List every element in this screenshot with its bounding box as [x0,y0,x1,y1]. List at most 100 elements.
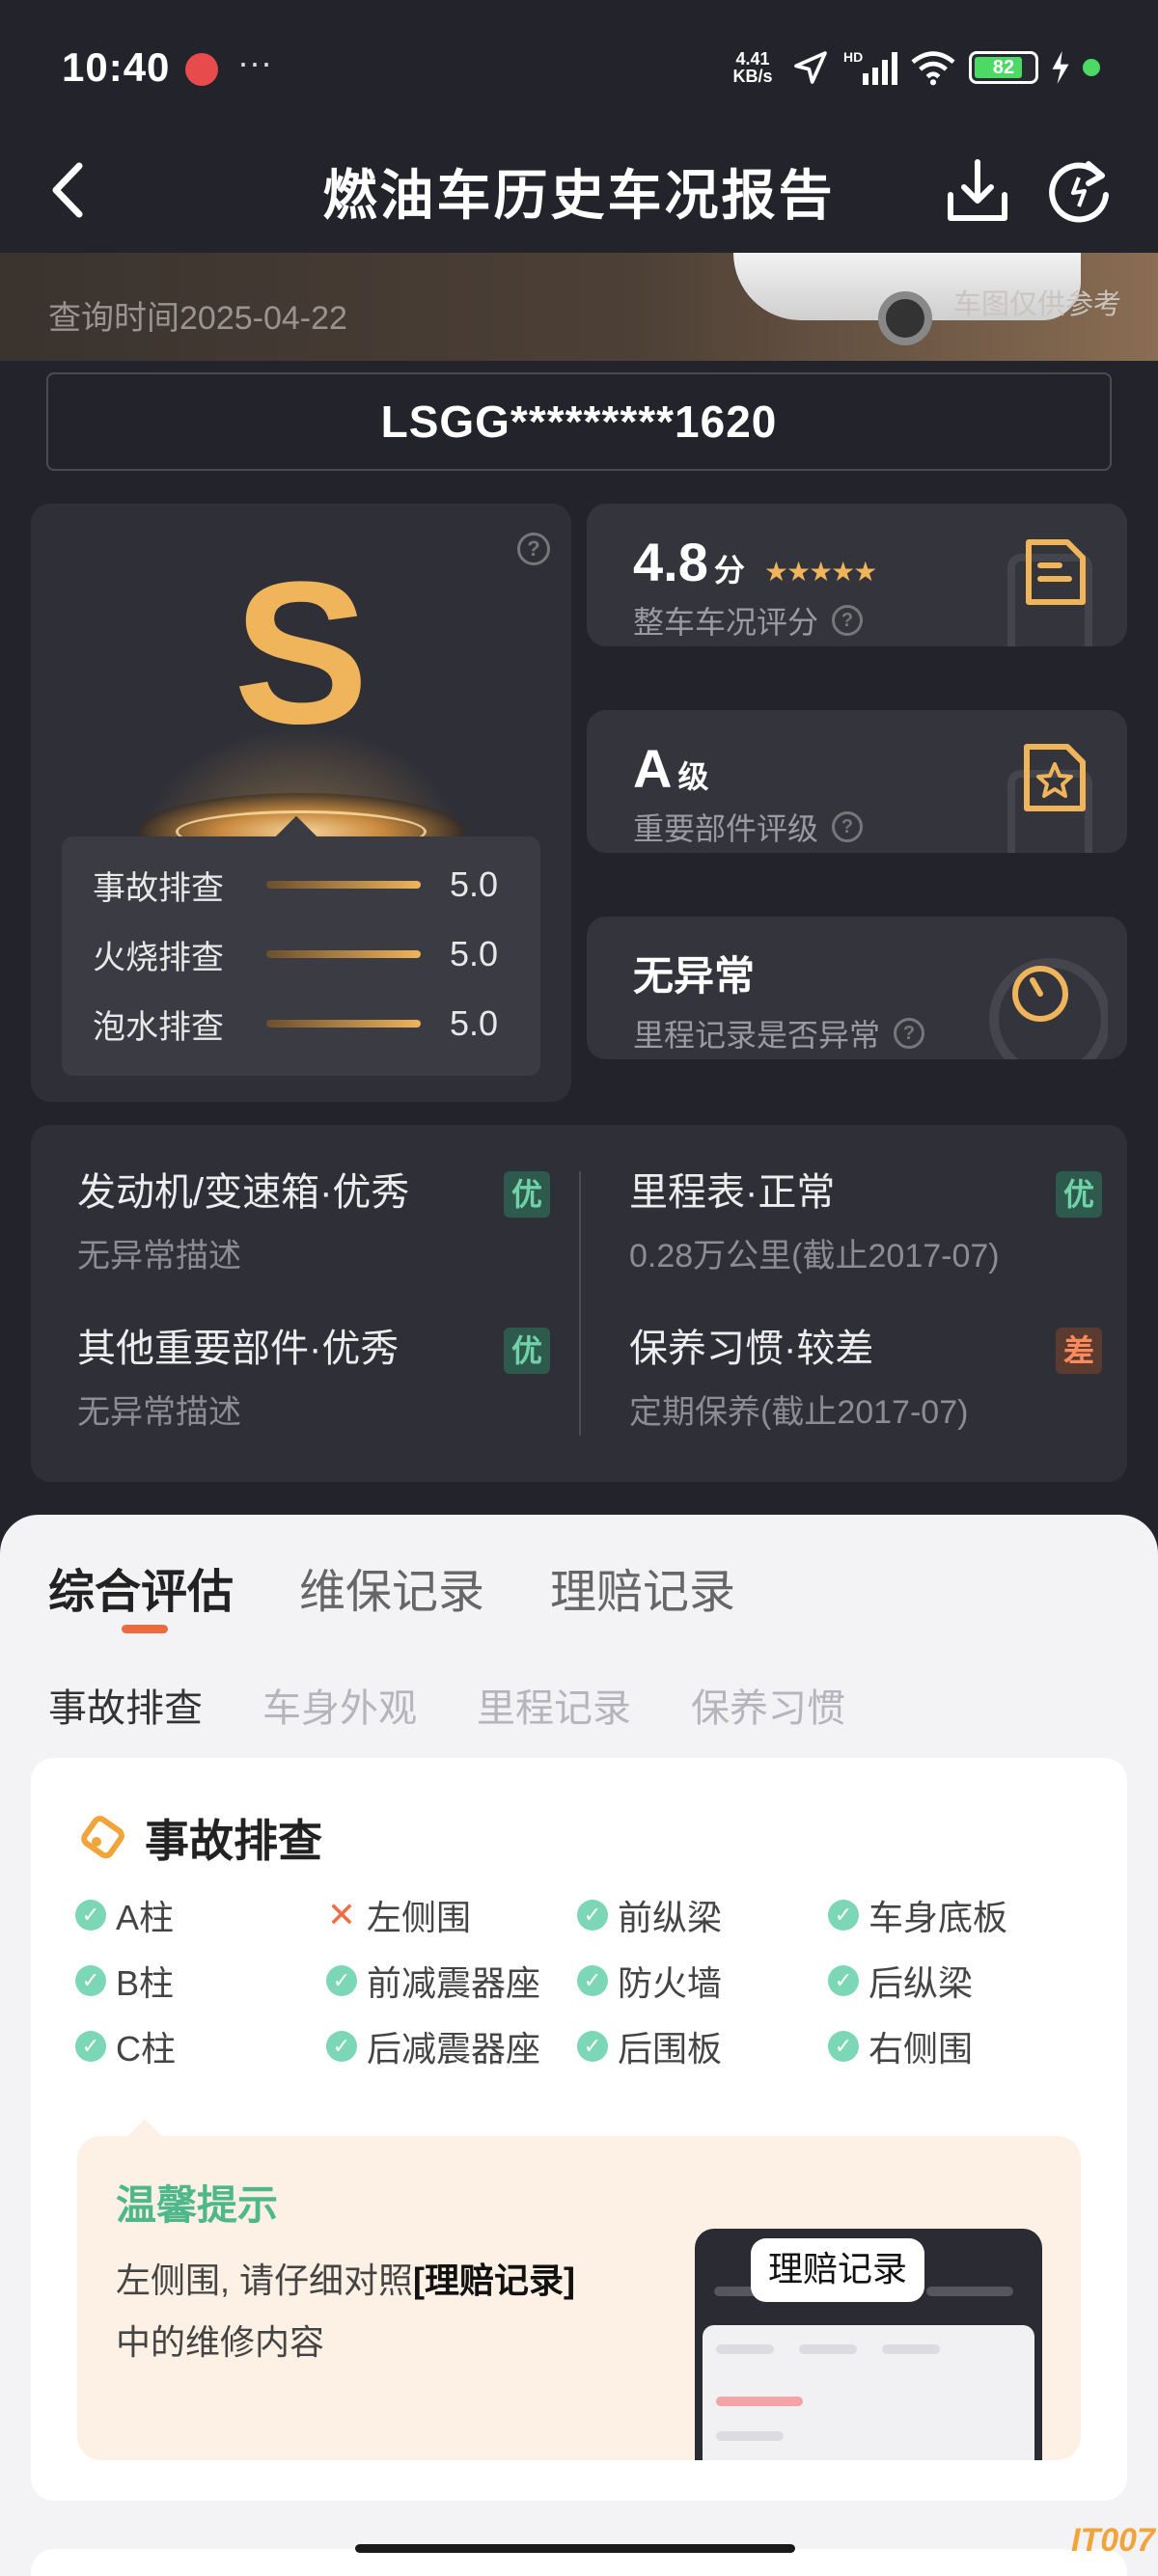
summary-odometer[interactable]: 里程表·正常 0.28万公里(截止2017-07) 优 [629,1165,1102,1276]
report-banner: 查询时间2025-04-22 车图仅供参考 [0,253,1158,361]
subtab-mileage[interactable]: 里程记录 [477,1677,631,1733]
summary-divider [579,1171,581,1436]
home-indicator[interactable] [355,2544,795,2553]
summary-maintenance[interactable]: 保养习惯·较差 定期保养(截止2017-07) 差 [629,1322,1102,1433]
claims-preview-image[interactable]: 理赔记录 [695,2229,1042,2460]
summary-other-parts[interactable]: 其他重要部件·优秀 无异常描述 优 [77,1322,550,1433]
inspected-part: ✓ 前减震器座 [326,1959,577,2003]
parts-help-icon[interactable]: ? [832,811,864,842]
part-label: 前纵梁 [618,1898,723,1937]
score-value: 4.8 [633,532,708,592]
check-score: 5.0 [450,864,499,904]
check-mark-icon: ✓ [828,1965,859,1996]
mileage-help-icon[interactable]: ? [894,1018,925,1049]
inspected-part: ✓ 防火墙 [577,1959,828,2003]
overall-grade-card: ? S 事故排查 5.0 火烧排查 5.0 泡水排查 5.0 [31,504,571,1102]
check-bar [266,881,421,889]
tab-claim-records[interactable]: 理赔记录 [550,1553,735,1621]
check-mark-icon: ✓ [577,2031,608,2062]
inspected-part: ✓ 后围板 [577,2024,828,2069]
vin-display: LSGG*********1620 [46,372,1112,471]
damage-x-icon: ✕ [326,1895,357,1934]
warm-tip-box: 温馨提示 左侧围, 请仔细对照[理赔记录] 中的维修内容 理赔记录 [77,2136,1081,2460]
score-label: 整车车况评分 [633,605,819,640]
check-mark-icon: ✓ [75,2031,106,2062]
summary-card: 发动机/变速箱·优秀 无异常描述 优 里程表·正常 0.28万公里(截止2017… [31,1125,1127,1482]
summary-engine[interactable]: 发动机/变速箱·优秀 无异常描述 优 [77,1165,550,1276]
part-label: 后围板 [618,2029,723,2069]
mileage-label: 里程记录是否异常 [633,1018,881,1053]
odometer-gauge-icon [989,958,1108,1059]
summary-engine-title: 发动机/变速箱·优秀 [77,1171,410,1214]
check-row-fire: 火烧排查 5.0 [93,925,508,983]
preview-line [716,2344,774,2354]
subtab-accident[interactable]: 事故排查 [48,1677,203,1733]
battery-icon: 82 [969,51,1038,84]
parts-label-row: 重要部件评级 ? [633,805,864,849]
tip-claims-link[interactable]: [理赔记录] [413,2261,575,2300]
part-label: A柱 [116,1898,175,1937]
status-indicators: 4.41 KB/s HD 82 [728,46,1100,89]
network-speed-unit: KB/s [732,67,773,86]
mileage-status-value: 无异常 [633,953,756,999]
tab-maintenance-records[interactable]: 维保记录 [299,1553,484,1621]
main-tabs: 综合评估 维保记录 理赔记录 [48,1553,735,1621]
summary-other-sub: 无异常描述 [77,1394,241,1431]
download-button[interactable] [941,154,1014,228]
more-notifications-icon: ··· [237,42,272,82]
summary-maintenance-sub: 定期保养(截止2017-07) [629,1394,969,1431]
inspected-part: ✓ C柱 [75,2024,326,2069]
mileage-status: 无异常 [633,944,755,1002]
part-label: B柱 [116,1963,175,2003]
preview-line [799,2344,857,2354]
inspected-part: ✓ 右侧围 [828,2024,1079,2069]
screen: { "status_bar": {"time": "10:40", "dots"… [0,0,1158,2576]
wifi-icon [911,51,955,86]
part-label: 左侧围 [367,1898,472,1937]
check-label: 事故排查 [93,869,224,907]
tip-body-prefix: 左侧围, 请仔细对照 [116,2261,414,2300]
inspected-part: ✓ 车身底板 [828,1893,1079,1937]
check-mark-icon: ✓ [75,1900,106,1931]
mileage-check-card[interactable]: 无异常 里程记录是否异常 ? [587,917,1127,1059]
score-help-icon[interactable]: ? [832,605,864,636]
star-document-icon [1007,744,1092,853]
part-label: 防火墙 [618,1963,723,2003]
parts-grade-value: A [633,738,673,799]
inspected-part: ✓ 后减震器座 [326,2024,577,2069]
nav-bar: 燃油车历史车况报告 [0,135,1158,251]
summary-engine-sub: 无异常描述 [77,1238,241,1274]
star-rating-icon: ★★★★★ [763,557,878,587]
refresh-button[interactable] [1042,154,1116,228]
parts-rating-card[interactable]: A 级 重要部件评级 ? [587,710,1127,853]
part-label: 后纵梁 [868,1963,974,2003]
status-time: 10:40 [62,44,171,90]
good-badge: 优 [504,1328,550,1374]
parts-grade-unit: 级 [677,759,709,794]
subtab-exterior[interactable]: 车身外观 [262,1677,417,1733]
tip-body: 左侧围, 请仔细对照[理赔记录] 中的维修内容 [116,2250,656,2373]
check-bar [266,950,421,958]
charging-dot-icon [1083,59,1100,76]
preview-content [703,2325,1034,2460]
network-speed: 4.41 KB/s [728,50,778,85]
query-time: 查询时间2025-04-22 [48,300,347,337]
tab-overall-assessment[interactable]: 综合评估 [48,1553,234,1621]
check-row-flood: 泡水排查 5.0 [93,995,508,1053]
inspected-parts-grid: ✓ A柱 ✕ 左侧围 ✓ 前纵梁 ✓ 车身底板 ✓ B柱 ✓ 前减震器座 ✓ 防火墙 ✓ 后纵梁 ✓ C柱 ✓ 后减震… [75,1893,1098,2069]
vehicle-score-card[interactable]: 4.8 分 ★★★★★ 整车车况评分 ? [587,504,1127,646]
check-mark-icon: ✓ [326,2031,357,2062]
active-tab-indicator [122,1625,168,1633]
subtab-maintenance[interactable]: 保养习惯 [691,1677,845,1733]
sub-tabs: 事故排查 车身外观 里程记录 保养习惯 [48,1677,845,1733]
part-label: C柱 [116,2029,176,2069]
part-label: 后减震器座 [367,2029,541,2069]
accident-check-card: 事故排查 ✓ A柱 ✕ 左侧围 ✓ 前纵梁 ✓ 车身底板 ✓ B柱 ✓ 前减震器座 ✓ 防火墙 ✓ 后纵梁 ✓ C… [31,1758,1127,2501]
inspected-part: ✓ 前纵梁 [577,1893,828,1937]
preview-line [716,2431,784,2441]
location-icon [794,51,827,84]
preview-line [716,2397,803,2406]
check-score: 5.0 [450,934,499,973]
car-crash-icon [81,1816,124,1859]
vehicle-score: 4.8 分 ★★★★★ [633,531,878,593]
